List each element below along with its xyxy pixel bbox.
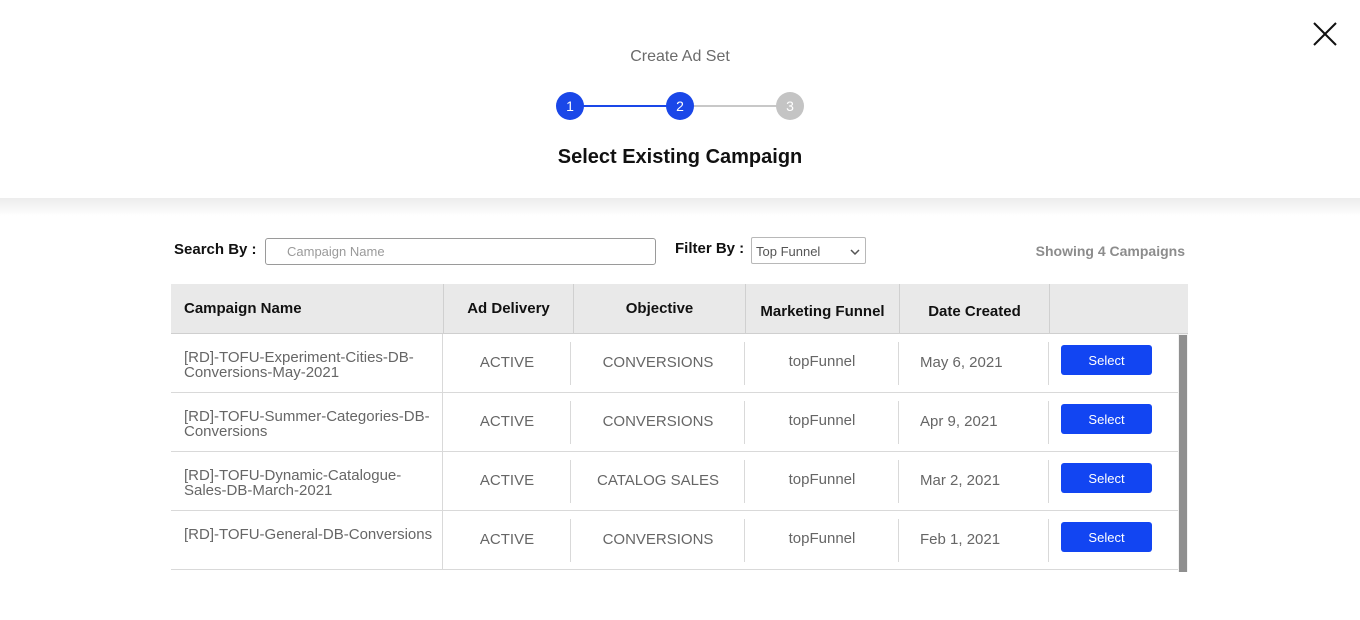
chevron-down-icon — [850, 249, 860, 256]
table-row: [RD]-TOFU-Summer-Categories-DB-Conversio… — [171, 393, 1178, 452]
table-row: [RD]-TOFU-Experiment-Cities-DB-Conversio… — [171, 334, 1178, 393]
select-button[interactable]: Select — [1061, 345, 1152, 375]
step-2: 2 — [666, 92, 694, 120]
cell-ad-delivery: ACTIVE — [443, 511, 571, 570]
cell-action: Select — [1049, 511, 1178, 570]
step-1: 1 — [556, 92, 584, 120]
cell-objective: CONVERSIONS — [571, 511, 745, 570]
table-row: [RD]-TOFU-Dynamic-Catalogue-Sales-DB-Mar… — [171, 452, 1178, 511]
cell-date-created: Feb 1, 2021 — [899, 511, 1049, 570]
step-3: 3 — [776, 92, 804, 120]
campaign-table: Campaign Name Ad Delivery Objective Mark… — [171, 284, 1188, 572]
cell-objective: CATALOG SALES — [571, 452, 745, 511]
column-header-ad-delivery: Ad Delivery — [444, 284, 574, 334]
cell-objective: CONVERSIONS — [571, 393, 745, 452]
close-icon — [1313, 22, 1337, 46]
cell-action: Select — [1049, 334, 1178, 393]
column-header-action — [1050, 284, 1188, 334]
cell-marketing-funnel: topFunnel — [745, 334, 899, 393]
cell-date-created: Apr 9, 2021 — [899, 393, 1049, 452]
modal-title: Create Ad Set — [630, 48, 730, 65]
cell-marketing-funnel: topFunnel — [745, 452, 899, 511]
filter-label: Filter By : — [675, 240, 745, 257]
campaign-count: Showing 4 Campaigns — [1035, 243, 1185, 259]
filter-selected-value: Top Funnel — [756, 244, 821, 259]
cell-campaign-name: [RD]-TOFU-General-DB-Conversions — [171, 511, 443, 570]
cell-action: Select — [1049, 452, 1178, 511]
cell-date-created: May 6, 2021 — [899, 334, 1049, 393]
header-divider — [0, 198, 1360, 216]
cell-objective: CONVERSIONS — [571, 334, 745, 393]
table-scrollbar[interactable] — [1178, 334, 1188, 572]
cell-campaign-name: [RD]-TOFU-Summer-Categories-DB-Conversio… — [171, 393, 443, 452]
select-button[interactable]: Select — [1061, 522, 1152, 552]
cell-marketing-funnel: topFunnel — [745, 511, 899, 570]
cell-marketing-funnel: topFunnel — [745, 393, 899, 452]
table-row: [RD]-TOFU-General-DB-Conversions ACTIVE … — [171, 511, 1178, 570]
filter-select[interactable]: Top Funnel — [751, 237, 866, 264]
step-connector-pending — [680, 105, 790, 107]
step-heading: Select Existing Campaign — [557, 146, 803, 168]
cell-ad-delivery: ACTIVE — [443, 452, 571, 511]
step-connector-complete — [570, 105, 680, 107]
select-button[interactable]: Select — [1061, 404, 1152, 434]
column-header-marketing-funnel: Marketing Funnel — [746, 284, 900, 334]
cell-date-created: Mar 2, 2021 — [899, 452, 1049, 511]
cell-action: Select — [1049, 393, 1178, 452]
select-button[interactable]: Select — [1061, 463, 1152, 493]
search-input[interactable] — [265, 238, 656, 265]
scrollbar-thumb[interactable] — [1179, 335, 1187, 572]
cell-ad-delivery: ACTIVE — [443, 334, 571, 393]
table-header: Campaign Name Ad Delivery Objective Mark… — [171, 284, 1188, 334]
column-header-date-created: Date Created — [900, 284, 1050, 334]
cell-campaign-name: [RD]-TOFU-Experiment-Cities-DB-Conversio… — [171, 334, 443, 393]
cell-campaign-name: [RD]-TOFU-Dynamic-Catalogue-Sales-DB-Mar… — [171, 452, 443, 511]
column-header-objective: Objective — [574, 284, 746, 334]
close-button[interactable] — [1309, 18, 1341, 50]
search-label: Search By : — [174, 241, 257, 258]
modal-header: Create Ad Set 1 2 3 Select Existing Camp… — [0, 0, 1360, 198]
stepper: 1 2 3 — [556, 92, 804, 120]
column-header-campaign-name: Campaign Name — [171, 284, 444, 334]
cell-ad-delivery: ACTIVE — [443, 393, 571, 452]
